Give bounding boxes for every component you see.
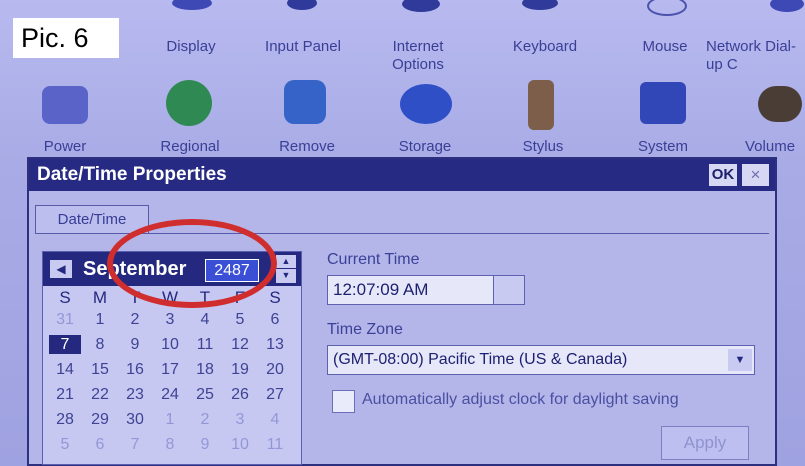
volume-applet[interactable]: Volume — [745, 138, 805, 156]
calendar-day[interactable]: 10 — [154, 335, 186, 354]
storage-icon — [400, 84, 452, 124]
time-zone-label: Time Zone — [327, 321, 403, 338]
red-highlight-oval — [107, 219, 277, 308]
calendar-day[interactable]: 13 — [259, 335, 291, 354]
dialog-titlebar: Date/Time Properties OK × — [29, 159, 775, 191]
calendar-day[interactable]: 3 — [154, 310, 186, 329]
display-applet[interactable]: Display — [151, 38, 231, 56]
regional-globe-icon — [166, 80, 212, 126]
system-icon — [640, 82, 686, 124]
current-time-label: Current Time — [327, 251, 420, 268]
calendar-day[interactable]: 15 — [84, 360, 116, 379]
calendar-day[interactable]: 6 — [259, 310, 291, 329]
chevron-up-icon[interactable]: ▲ — [276, 255, 296, 269]
calendar-day[interactable]: 23 — [119, 385, 151, 404]
daylight-saving-label[interactable]: Automatically adjust clock for daylight … — [362, 391, 679, 409]
calendar-day[interactable]: 29 — [84, 410, 116, 429]
calendar-day[interactable]: 2 — [189, 410, 221, 429]
calendar-day[interactable]: 5 — [49, 435, 81, 454]
daylight-saving-checkbox[interactable] — [332, 390, 355, 413]
time-zone-select[interactable]: (GMT-08:00) Pacific Time (US & Canada) ▼ — [327, 345, 755, 375]
stylus-applet[interactable]: Stylus — [498, 138, 588, 156]
mouse-applet[interactable]: Mouse — [625, 38, 705, 56]
calendar-day[interactable]: 31 — [49, 310, 81, 329]
storage-applet[interactable]: Storage — [380, 138, 470, 156]
calendar-day[interactable]: 10 — [224, 435, 256, 454]
time-spinner[interactable] — [493, 276, 524, 304]
calendar-day[interactable]: 2 — [119, 310, 151, 329]
chevron-down-icon[interactable]: ▼ — [276, 269, 296, 282]
calendar-day[interactable]: 24 — [154, 385, 186, 404]
calendar-day[interactable]: 7 — [119, 435, 151, 454]
calendar-day[interactable]: 8 — [154, 435, 186, 454]
calendar-day[interactable]: 11 — [189, 335, 221, 354]
system-applet[interactable]: System — [618, 138, 708, 156]
current-time-value: 12:07:09 AM — [333, 280, 429, 299]
pic-label: Pic. 6 — [13, 18, 119, 58]
calendar-day[interactable]: 27 — [259, 385, 291, 404]
year-spinner[interactable]: ▲ ▼ — [276, 255, 296, 283]
tab-date-time[interactable]: Date/Time — [35, 205, 149, 234]
remove-applet[interactable]: Remove — [262, 138, 352, 156]
current-time-input[interactable]: 12:07:09 AM — [327, 275, 525, 305]
calendar-day[interactable]: 22 — [84, 385, 116, 404]
calendar-day[interactable]: 1 — [154, 410, 186, 429]
calendar-day[interactable]: 7 — [49, 335, 81, 354]
calendar-day[interactable]: 16 — [119, 360, 151, 379]
calendar-day[interactable]: 4 — [189, 310, 221, 329]
network-applet[interactable]: Network Dial-up C — [706, 38, 805, 74]
chevron-down-icon[interactable]: ▼ — [728, 349, 752, 371]
calendar-day[interactable]: 1 — [84, 310, 116, 329]
calendar-day[interactable]: 12 — [224, 335, 256, 354]
weekday-header: S — [59, 288, 71, 307]
time-zone-value: (GMT-08:00) Pacific Time (US & Canada) — [333, 351, 628, 368]
weekday-header: M — [92, 288, 108, 307]
input-panel-applet[interactable]: Input Panel — [253, 38, 353, 56]
calendar-day[interactable]: 3 — [224, 410, 256, 429]
calendar-day[interactable]: 17 — [154, 360, 186, 379]
power-applet[interactable]: Power — [30, 138, 100, 156]
calendar-day[interactable]: 18 — [189, 360, 221, 379]
volume-icon — [758, 86, 802, 122]
close-icon[interactable]: × — [742, 164, 769, 186]
calendar-day[interactable]: 9 — [119, 335, 151, 354]
weekday-header: S — [269, 288, 281, 307]
power-icon — [42, 86, 88, 124]
keyboard-applet[interactable]: Keyboard — [500, 38, 590, 56]
calendar-day[interactable]: 11 — [259, 435, 291, 454]
calendar-day[interactable]: 30 — [119, 410, 151, 429]
remove-programs-icon — [284, 80, 326, 124]
apply-button[interactable]: Apply — [661, 426, 749, 460]
ok-button[interactable]: OK — [709, 164, 737, 186]
dialog-title: Date/Time Properties — [37, 164, 227, 185]
calendar-day[interactable]: 26 — [224, 385, 256, 404]
calendar-day[interactable]: 9 — [189, 435, 221, 454]
stylus-icon — [528, 80, 554, 130]
calendar-day[interactable]: 19 — [224, 360, 256, 379]
calendar-day[interactable]: 25 — [189, 385, 221, 404]
calendar-day[interactable]: 20 — [259, 360, 291, 379]
calendar-day[interactable]: 14 — [49, 360, 81, 379]
calendar-day[interactable]: 4 — [259, 410, 291, 429]
calendar-day[interactable]: 28 — [49, 410, 81, 429]
internet-options-applet[interactable]: Internet Options — [378, 38, 458, 74]
regional-applet[interactable]: Regional — [145, 138, 235, 156]
calendar-day[interactable]: 21 — [49, 385, 81, 404]
calendar-day[interactable]: 6 — [84, 435, 116, 454]
calendar-day[interactable]: 5 — [224, 310, 256, 329]
calendar-day[interactable]: 8 — [84, 335, 116, 354]
date-time-dialog: Date/Time Properties OK × Date/Time ◀ Se… — [27, 157, 777, 466]
previous-month-button[interactable]: ◀ — [50, 260, 72, 278]
